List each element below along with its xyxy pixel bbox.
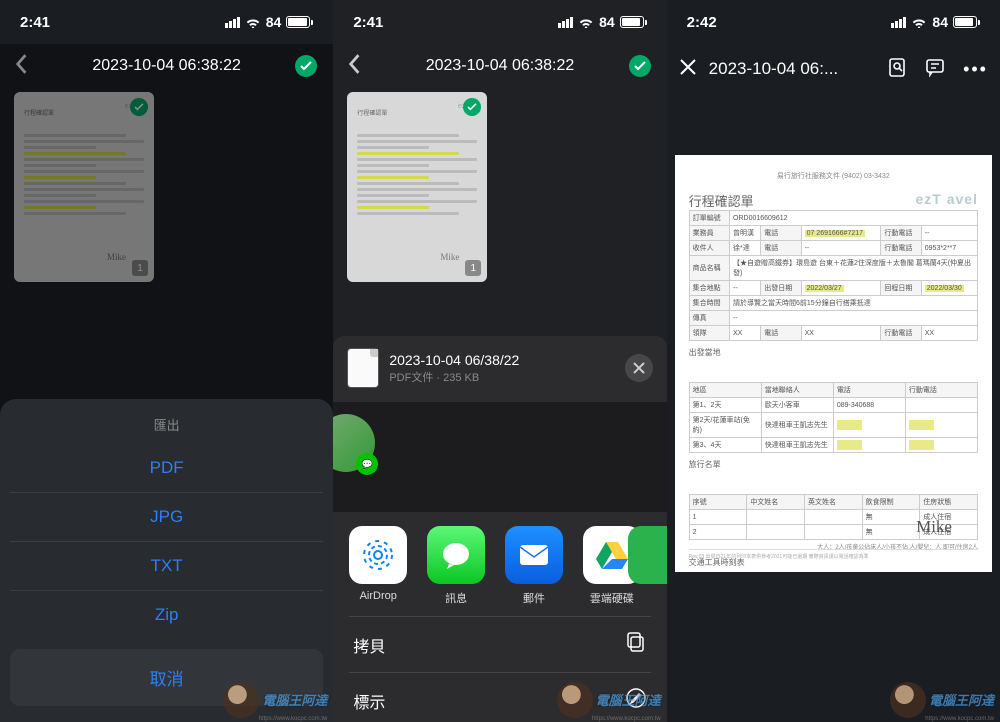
status-right: 84 — [225, 14, 314, 30]
phone-screen-3: 2:42 84 2023-10-04 06:... ••• 易行旅行社服務文件 … — [667, 0, 1000, 722]
thumb-selected-icon — [130, 98, 148, 116]
share-apps-row: AirDrop 訊息 郵件 雲端硬碟 — [333, 512, 666, 616]
battery-icon — [620, 16, 647, 28]
comment-button[interactable] — [925, 57, 945, 82]
doc-local-table: 地區當地聯絡人電話行動電話 第1、2天歐天小客車089-340688 第2天/花… — [689, 382, 978, 453]
share-filename: 2023-10-04 06/38/22 — [389, 352, 614, 368]
document-thumbnail[interactable]: 行程確認單ezT ⊿ Mike 1 — [14, 92, 154, 282]
export-txt-button[interactable]: TXT — [10, 541, 323, 590]
select-all-toggle[interactable] — [629, 55, 651, 77]
search-in-file-button[interactable] — [887, 57, 907, 82]
line-badge-icon: 💬 — [356, 453, 378, 475]
signature: Mike — [916, 517, 952, 537]
export-jpg-button[interactable]: JPG — [10, 492, 323, 541]
page-badge: 1 — [465, 260, 481, 276]
thumb-selected-icon — [463, 98, 481, 116]
status-bar: 2:41 84 — [0, 0, 333, 44]
doc-brand-logo: ezT avel — [916, 191, 978, 207]
doc-info-table: 訂單編號ORD0016609612 業務員曾明漢電話07 2691666#721… — [689, 210, 978, 341]
file-type-icon — [347, 348, 379, 388]
status-right: 84 — [558, 14, 647, 30]
viewer-nav: 2023-10-04 06:... ••• — [667, 44, 1000, 94]
more-menu-button[interactable]: ••• — [963, 59, 988, 80]
battery-icon — [953, 16, 980, 28]
status-bar: 2:41 84 — [333, 0, 666, 44]
doc-title: 行程確認單 — [689, 191, 754, 210]
select-all-toggle[interactable] — [295, 55, 317, 77]
battery-percent: 84 — [266, 14, 282, 30]
sheet-title: 匯出 — [10, 415, 323, 434]
contact-avatar[interactable]: 💬 — [333, 414, 375, 472]
close-button[interactable] — [625, 354, 653, 382]
battery-percent: 84 — [599, 14, 615, 30]
doc-footer-note: Rev.03 出發日21年前列印本表供參考2021可能已過期 實際資訊請以電話確… — [689, 549, 978, 560]
airdrop-button[interactable]: AirDrop — [344, 526, 412, 606]
status-right: 84 — [891, 14, 980, 30]
export-sheet: 匯出 PDF JPG TXT Zip 取消 — [0, 399, 333, 722]
phone-screen-1: 2:41 84 2023-10-04 06:38:22 行程確認單ezT ⊿ M… — [0, 0, 333, 722]
page-badge: 1 — [132, 260, 148, 276]
copy-icon — [625, 631, 647, 658]
export-pdf-button[interactable]: PDF — [10, 444, 323, 492]
back-button[interactable] — [12, 53, 30, 80]
mail-button[interactable]: 郵件 — [500, 526, 568, 606]
copy-action[interactable]: 拷貝 — [349, 616, 650, 672]
wifi-icon — [245, 16, 261, 28]
status-time: 2:42 — [687, 14, 717, 31]
battery-icon — [286, 16, 313, 28]
battery-percent: 84 — [932, 14, 948, 30]
page-title: 2023-10-04 06:38:22 — [426, 57, 575, 75]
watermark: 電腦王阿達https://www.kocpc.com.tw — [557, 682, 661, 718]
signal-icon — [558, 17, 573, 28]
signal-icon — [225, 17, 240, 28]
nav-bar: 2023-10-04 06:38:22 — [333, 44, 666, 88]
nav-bar: 2023-10-04 06:38:22 — [0, 44, 333, 88]
share-sheet: 2023-10-04 06/38/22 PDF文件 · 235 KB 💬 Air… — [333, 336, 666, 722]
status-bar: 2:42 84 — [667, 0, 1000, 44]
suggested-contacts[interactable]: 💬 — [333, 402, 666, 512]
messages-button[interactable]: 訊息 — [422, 526, 490, 606]
status-time: 2:41 — [353, 14, 383, 31]
watermark: 電腦王阿達https://www.kocpc.com.tw — [890, 682, 994, 718]
signal-icon — [891, 17, 906, 28]
status-time: 2:41 — [20, 14, 50, 31]
wifi-icon — [911, 16, 927, 28]
watermark: 電腦王阿達https://www.kocpc.com.tw — [223, 682, 327, 718]
back-button[interactable] — [345, 53, 363, 80]
viewer-title: 2023-10-04 06:... — [709, 59, 875, 79]
share-filemeta: PDF文件 · 235 KB — [389, 369, 614, 385]
export-zip-button[interactable]: Zip — [10, 590, 323, 639]
document-thumbnail[interactable]: 行程確認單ezT ⊿ Mike 1 — [347, 92, 487, 282]
page-title: 2023-10-04 06:38:22 — [92, 57, 241, 75]
wifi-icon — [578, 16, 594, 28]
phone-screen-2: 2:41 84 2023-10-04 06:38:22 行程確認單ezT ⊿ M… — [333, 0, 666, 722]
close-button[interactable] — [679, 58, 697, 81]
document-page[interactable]: 易行旅行社服務文件 (9402) 03-3432 行程確認單 ezT avel … — [675, 155, 992, 572]
